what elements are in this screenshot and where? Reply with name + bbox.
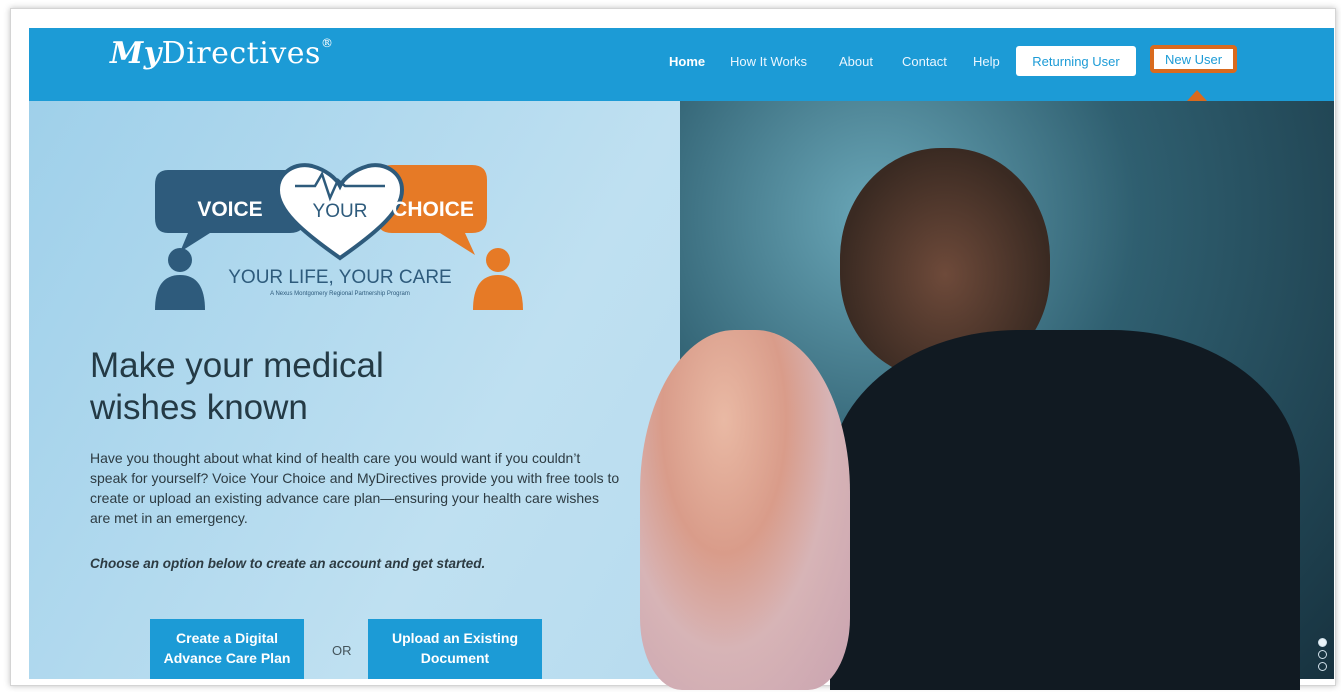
nav-home[interactable]: Home [669, 54, 705, 69]
or-label: OR [332, 643, 352, 658]
voice-your-choice-logo: VOICE YOUR CHOICE YOUR LIFE, YOUR CARE A… [155, 163, 523, 310]
logo-word: Directives [161, 36, 321, 71]
hero-headline: Make your medical wishes known [90, 345, 510, 429]
slide-dot-2[interactable] [1318, 650, 1327, 659]
badge-subline: A Nexus Montgomery Regional Partnership … [270, 291, 410, 297]
nav-how-it-works[interactable]: How It Works [730, 54, 807, 69]
hero-photo-man-body [830, 330, 1300, 690]
badge-voice-text: VOICE [197, 198, 262, 221]
hero-headline-line2: wishes known [90, 388, 308, 427]
create-digital-plan-line2: Advance Care Plan [163, 650, 291, 666]
new-user-button[interactable]: New User [1150, 45, 1237, 73]
badge-tagline: YOUR LIFE, YOUR CARE [228, 267, 451, 288]
logo-registered-mark: ® [320, 36, 334, 50]
mydirectives-logo[interactable]: MyDirectives® [110, 36, 333, 71]
nav-help[interactable]: Help [973, 54, 1000, 69]
logo-script: My [110, 36, 162, 71]
upload-existing-line2: Document [420, 650, 490, 666]
nav-about[interactable]: About [839, 54, 873, 69]
slide-dot-3[interactable] [1318, 662, 1327, 671]
hero-body-text: Have you thought about what kind of heal… [90, 450, 620, 526]
nav-contact[interactable]: Contact [902, 54, 947, 69]
badge-choice-text: CHOICE [392, 198, 474, 221]
upload-existing-document-button[interactable]: Upload an Existing Document [368, 619, 542, 679]
badge-your-text: YOUR [313, 201, 368, 222]
hero-prompt: Choose an option below to create an acco… [90, 556, 486, 571]
create-digital-plan-button[interactable]: Create a Digital Advance Care Plan [150, 619, 304, 679]
create-digital-plan-line1: Create a Digital [176, 630, 278, 646]
upload-existing-line1: Upload an Existing [391, 630, 518, 646]
hero-photo-child [640, 330, 850, 690]
slide-pagination [1318, 638, 1327, 674]
slide-dot-1[interactable] [1318, 638, 1327, 647]
returning-user-button[interactable]: Returning User [1016, 46, 1136, 76]
hero-headline-line1: Make your medical [90, 346, 384, 385]
